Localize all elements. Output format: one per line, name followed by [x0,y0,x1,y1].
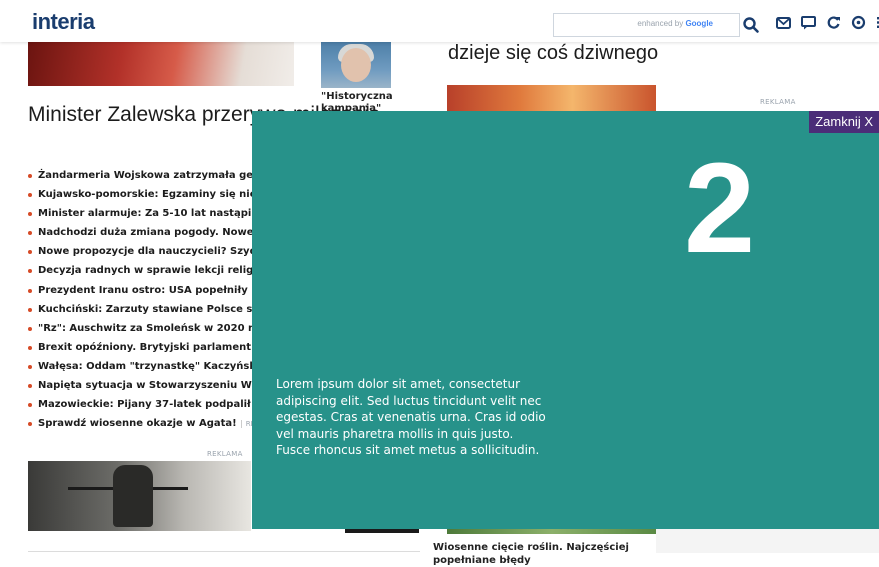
ad-image[interactable] [28,461,251,531]
search-input[interactable]: enhanced by Google [553,13,740,37]
logo[interactable]: interia [32,9,95,35]
mail-icon[interactable] [776,15,791,30]
refresh-icon[interactable] [826,15,841,30]
right-headline[interactable]: dzieje się coś dziwnego [448,42,658,65]
overlay-text: Lorem ipsum dolor sit amet, consectetur … [276,377,546,457]
overlay-modal: Zamknij X 2 Lorem ipsum dolor sit amet, … [252,111,879,529]
article-image[interactable] [28,42,294,86]
search-credit: enhanced by Google [637,19,713,28]
divider [28,551,420,552]
ad-label-right: REKLAMA [760,98,796,106]
slide-number: 2 [684,137,756,280]
ad-label: REKLAMA [207,450,243,458]
top-bar: interia enhanced by Google [0,0,879,42]
top-icons [776,15,879,30]
portrait-image[interactable] [321,42,391,88]
search-icon[interactable] [742,16,760,34]
portrait-face [341,48,371,82]
close-button[interactable]: Zamknij X [809,111,879,133]
chat-icon[interactable] [801,15,816,30]
settings-icon[interactable] [851,15,866,30]
ad-panel [656,527,879,553]
bottom-caption[interactable]: Wiosenne cięcie roślin. Najczęściej pope… [433,541,653,567]
ad-figure-shape [113,465,153,527]
promo-text[interactable]: Sprawdź wiosenne okazje w Agata! [38,418,237,429]
